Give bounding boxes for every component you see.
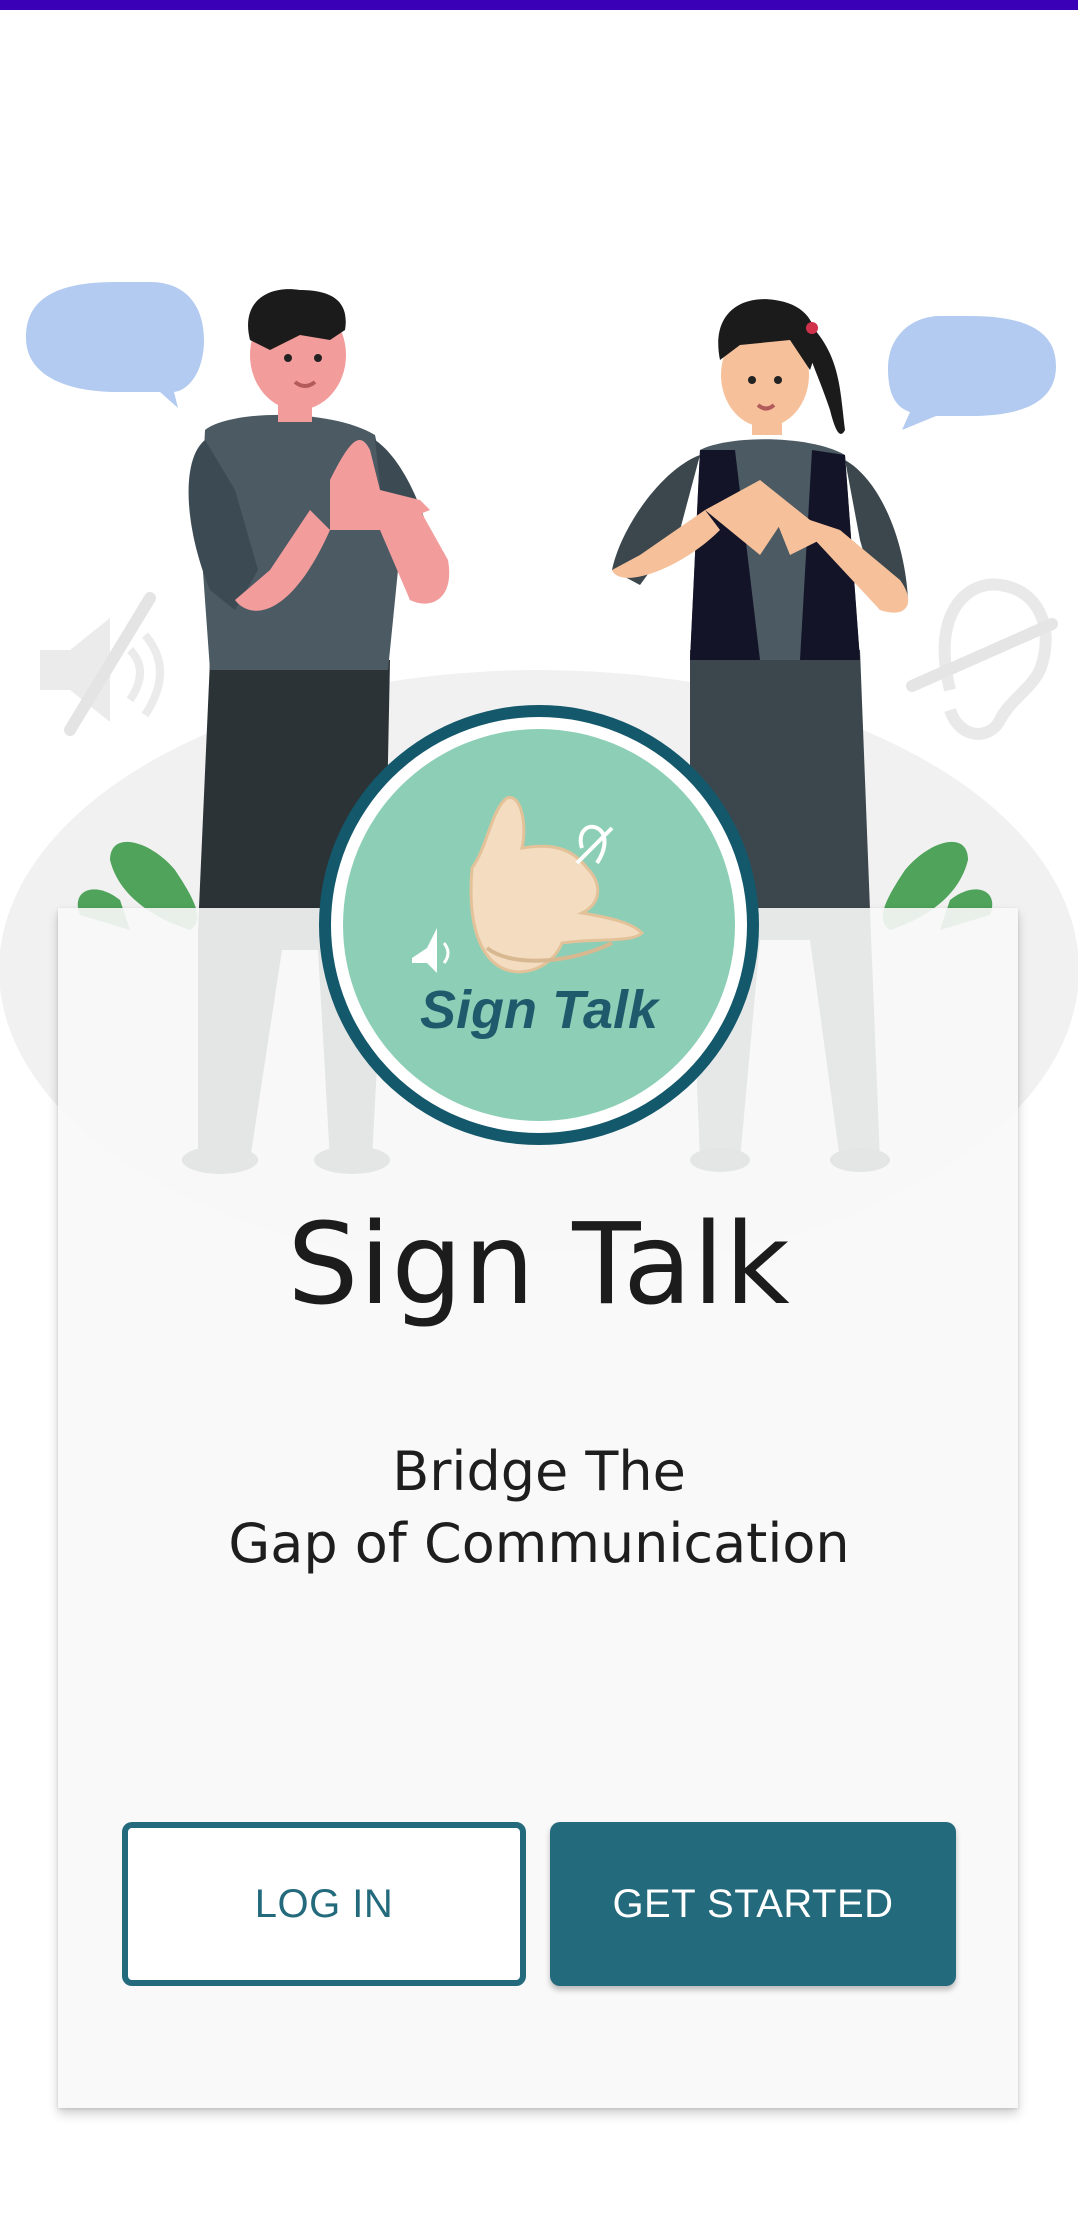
login-button[interactable]: LOG IN [122, 1822, 526, 1986]
app-tagline: Bridge The Gap of Communication [0, 1436, 1078, 1580]
app-title: Sign Talk [287, 1200, 791, 1330]
status-bar [0, 0, 1078, 10]
deaf-ear-icon [906, 578, 1058, 740]
speech-bubble-icon [26, 282, 204, 408]
get-started-button[interactable]: GET STARTED [550, 1822, 956, 1986]
logo-text: Sign Talk [420, 980, 661, 1040]
muted-speaker-icon [40, 592, 164, 736]
tagline-line-1: Bridge The [392, 1440, 686, 1503]
welcome-screen: Sign Talk Sign Talk Bridge The Gap of Co… [0, 0, 1078, 2222]
speech-bubble-icon [888, 316, 1056, 430]
tagline-line-2: Gap of Communication [228, 1512, 850, 1575]
app-logo: Sign Talk [319, 705, 759, 1145]
